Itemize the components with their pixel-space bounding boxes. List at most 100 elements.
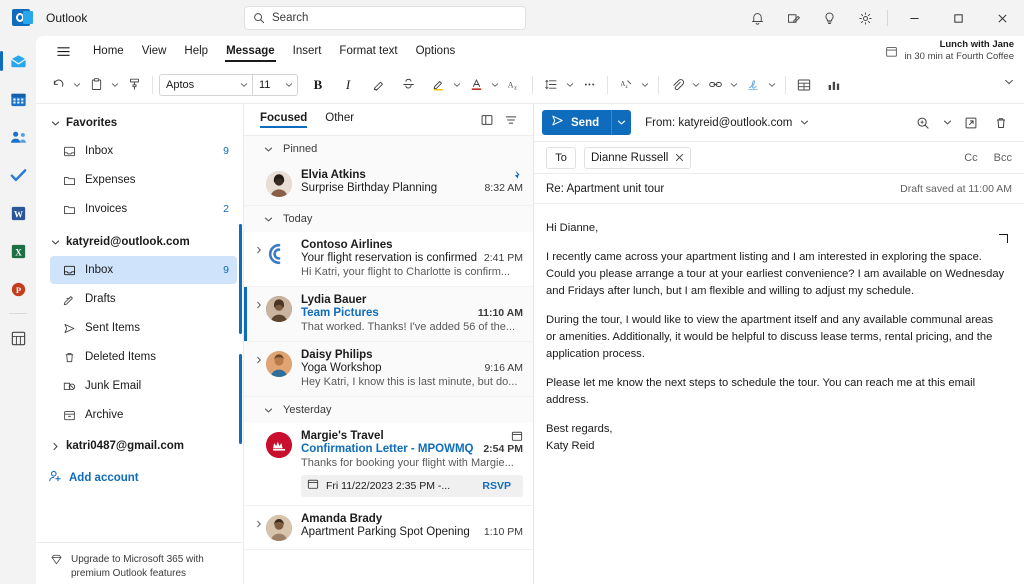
sidebar-item-favorites-inbox[interactable]: Inbox 9	[50, 137, 237, 165]
bcc-button[interactable]: Bcc	[994, 152, 1012, 164]
message-group-yesterday[interactable]: Yesterday	[244, 397, 533, 423]
tab-insert[interactable]: Insert	[284, 41, 331, 61]
ribbon-collapse-chevron-down-icon[interactable]	[1004, 74, 1014, 92]
bold-button[interactable]: B	[306, 72, 330, 98]
more-options-icon[interactable]	[577, 72, 601, 98]
zoom-icon[interactable]	[910, 110, 936, 136]
tab-message[interactable]: Message	[217, 41, 284, 62]
pin-icon[interactable]	[511, 169, 523, 181]
rail-item-todo[interactable]	[0, 156, 36, 194]
strikethrough-icon[interactable]	[396, 72, 420, 98]
upcoming-appointment[interactable]: Lunch with Jane in 30 min at Fourth Coff…	[885, 36, 1014, 66]
tab-other[interactable]: Other	[325, 112, 354, 127]
note-icon[interactable]	[775, 2, 811, 34]
folder-group-favorites[interactable]: Favorites	[36, 110, 243, 136]
tab-focused[interactable]: Focused	[260, 112, 308, 128]
link-chevron-down-icon[interactable]	[727, 72, 741, 98]
italic-button[interactable]: I	[336, 72, 360, 98]
popout-icon[interactable]	[958, 110, 984, 136]
link-icon[interactable]	[703, 72, 727, 98]
undo-icon[interactable]	[46, 72, 70, 98]
message-list-item[interactable]: Contoso Airlines Your flight reservation…	[244, 232, 533, 287]
rail-item-excel[interactable]: X	[0, 232, 36, 270]
rsvp-button[interactable]: RSVP	[476, 480, 517, 492]
message-list-item[interactable]: Daisy Philips Yoga Workshop 9:16 AM Hey …	[244, 342, 533, 397]
rail-item-people[interactable]	[0, 118, 36, 156]
discard-icon[interactable]	[988, 110, 1014, 136]
paragraph-list-icon[interactable]	[539, 72, 563, 98]
dictate-icon[interactable]: Az	[614, 72, 638, 98]
close-button[interactable]	[980, 2, 1024, 34]
rail-item-calendar[interactable]	[0, 80, 36, 118]
signature-icon[interactable]	[741, 72, 765, 98]
tab-view[interactable]: View	[133, 41, 176, 61]
message-list-item[interactable]: Amanda Brady Apartment Parking Spot Open…	[244, 506, 533, 550]
search-input[interactable]: Search	[244, 6, 526, 30]
tab-home[interactable]: Home	[84, 41, 133, 61]
paragraph-chevron-down-icon[interactable]	[563, 72, 577, 98]
calendar-flag-icon[interactable]	[511, 430, 523, 442]
undo-chevron-down-icon[interactable]	[70, 72, 84, 98]
minimize-button[interactable]	[892, 2, 936, 34]
attach-icon[interactable]	[665, 72, 689, 98]
to-button[interactable]: To	[546, 146, 576, 169]
highlighter-icon[interactable]	[366, 72, 390, 98]
calendar-invite-chip[interactable]: Fri 11/22/2023 2:35 PM -... RSVP	[301, 475, 523, 497]
poll-icon[interactable]	[822, 72, 846, 98]
gear-icon[interactable]	[847, 2, 883, 34]
font-color-chevron-down-icon[interactable]	[488, 72, 502, 98]
maximize-button[interactable]	[936, 2, 980, 34]
sidebar-item-expenses[interactable]: Expenses	[50, 166, 237, 194]
folder-group-katyreid[interactable]: katyreid@outlook.com	[36, 229, 243, 255]
tab-help[interactable]: Help	[175, 41, 217, 61]
expand-thread-chevron-right-icon[interactable]	[252, 294, 266, 333]
menu-icon[interactable]	[50, 38, 76, 64]
filter-icon[interactable]	[499, 108, 523, 132]
message-list-item[interactable]: Lydia Bauer Team Pictures 11:10 AM That …	[244, 287, 533, 342]
message-group-today[interactable]: Today	[244, 206, 533, 232]
paste-chevron-down-icon[interactable]	[108, 72, 122, 98]
tab-options[interactable]: Options	[407, 41, 465, 61]
font-size-select[interactable]: 11	[253, 75, 297, 95]
remove-recipient-close-icon[interactable]	[675, 153, 684, 162]
tab-format-text[interactable]: Format text	[330, 41, 406, 61]
folder-group-gmail[interactable]: katri0487@gmail.com	[36, 433, 243, 459]
sidebar-item-sent-items[interactable]: Sent Items	[50, 314, 237, 342]
send-button[interactable]: Send	[542, 110, 612, 135]
paste-icon[interactable]	[84, 72, 108, 98]
from-selector[interactable]: From: katyreid@outlook.com	[645, 117, 809, 129]
message-list-item[interactable]: Elvia Atkins Surprise Birthday Planning …	[244, 162, 533, 206]
sidebar-item-junk-email[interactable]: Junk Email	[50, 372, 237, 400]
message-group-pinned[interactable]: Pinned	[244, 136, 533, 162]
sidebar-item-invoices[interactable]: Invoices 2	[50, 195, 237, 223]
zoom-chevron-down-icon[interactable]	[940, 110, 954, 136]
sidebar-item-archive[interactable]: Archive	[50, 401, 237, 429]
folder-scrollbar-thumb-2[interactable]	[239, 354, 242, 444]
folder-scrollbar-thumb[interactable]	[239, 224, 242, 334]
message-body-editor[interactable]: Hi Dianne, I recently came across your a…	[534, 204, 1024, 455]
rail-item-mail[interactable]	[0, 42, 36, 80]
subject-input[interactable]: Re: Apartment unit tour	[546, 183, 900, 195]
rail-item-powerpoint[interactable]: P	[0, 270, 36, 308]
rail-item-more-apps[interactable]	[0, 319, 36, 357]
font-color-icon[interactable]	[464, 72, 488, 98]
text-highlight-color-icon[interactable]	[426, 72, 450, 98]
add-account-button[interactable]: Add account	[48, 463, 243, 493]
bell-icon[interactable]	[739, 2, 775, 34]
font-family-select[interactable]: Aptos	[160, 75, 252, 95]
recipient-chip[interactable]: Dianne Russell	[584, 146, 692, 169]
table-icon[interactable]	[792, 72, 816, 98]
signature-chevron-down-icon[interactable]	[765, 72, 779, 98]
format-painter-icon[interactable]	[122, 72, 146, 98]
highlight-chevron-down-icon[interactable]	[450, 72, 464, 98]
expand-thread-chevron-right-icon[interactable]	[252, 513, 266, 541]
dictate-chevron-down-icon[interactable]	[638, 72, 652, 98]
cc-button[interactable]: Cc	[964, 152, 977, 164]
rail-item-word[interactable]: W	[0, 194, 36, 232]
lightbulb-icon[interactable]	[811, 2, 847, 34]
upgrade-promo[interactable]: Upgrade to Microsoft 365 with premium Ou…	[36, 542, 243, 580]
clear-formatting-icon[interactable]: Az	[502, 72, 526, 98]
message-list-item[interactable]: Margie's Travel Confirmation Letter - MP…	[244, 423, 533, 506]
sidebar-item-inbox[interactable]: Inbox 9	[50, 256, 237, 284]
reading-pane-icon[interactable]	[475, 108, 499, 132]
